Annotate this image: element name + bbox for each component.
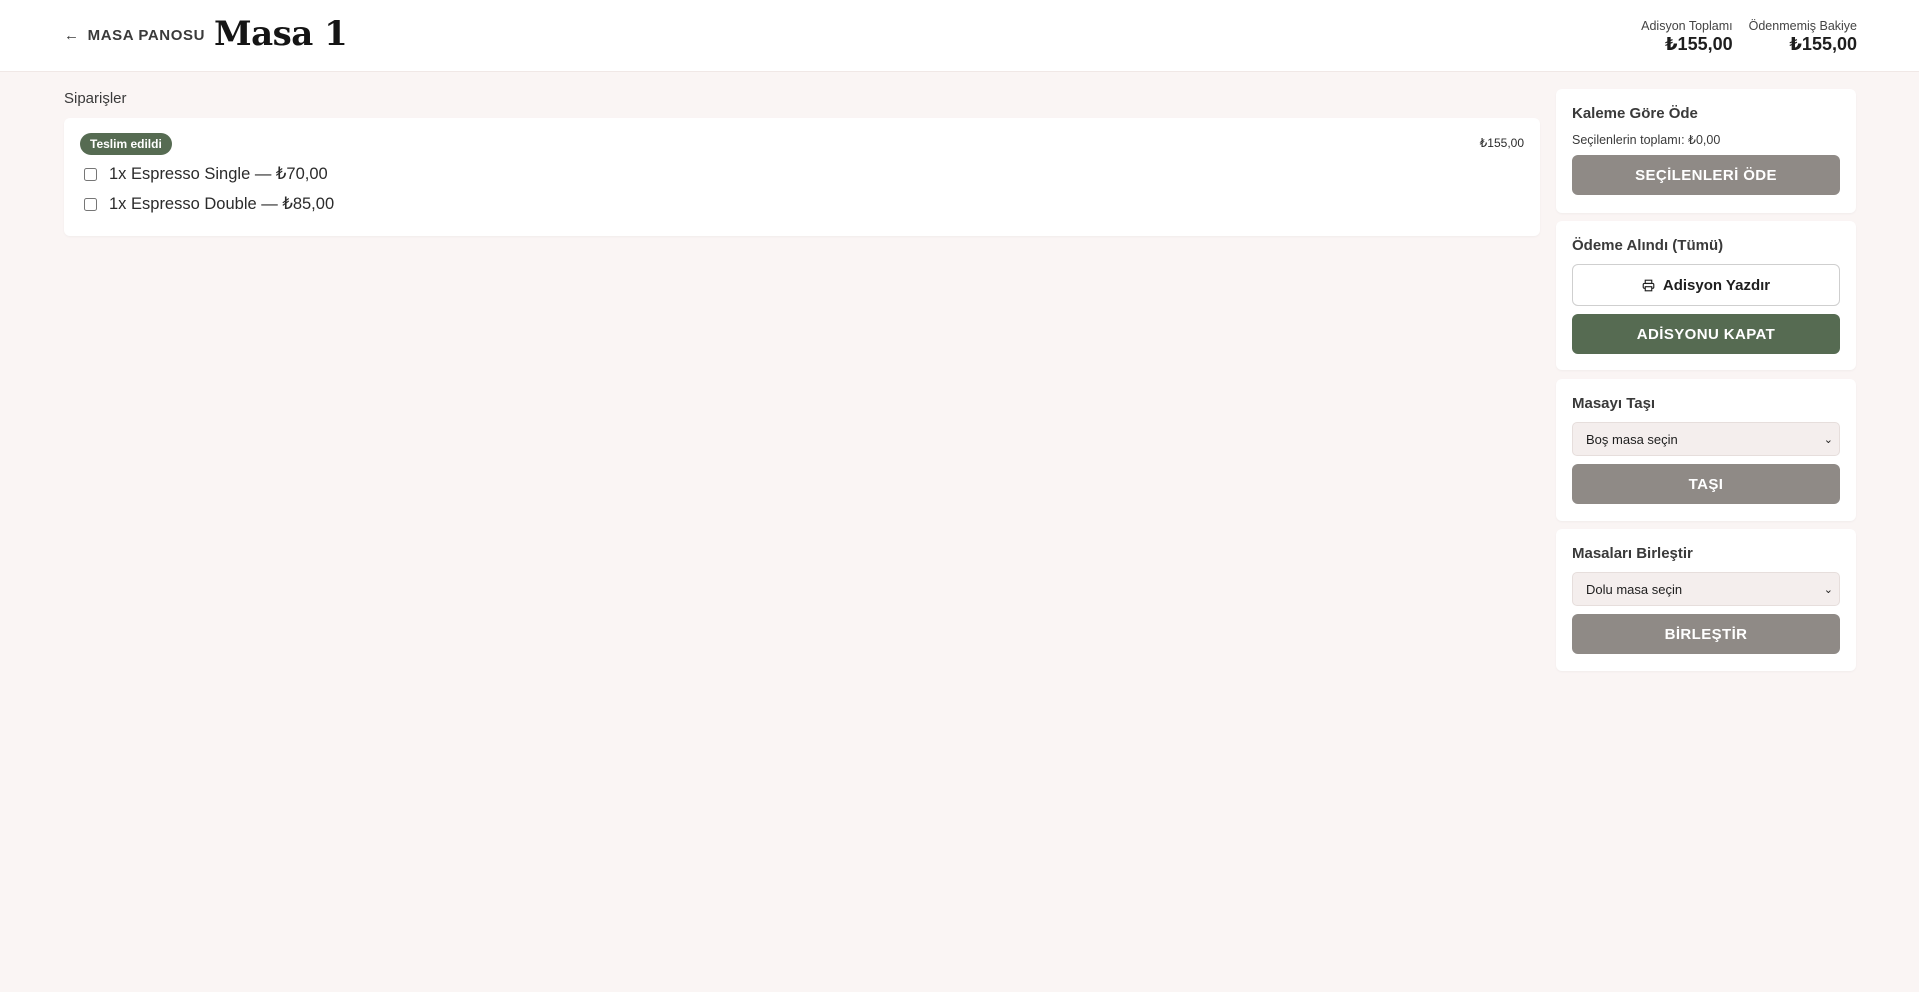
page-title: Masa 1: [214, 14, 348, 54]
bill-total: Adisyon Toplamı ₺155,00: [1641, 19, 1733, 55]
top-bar: ← MASA PANOSU Masa 1 Adisyon Toplamı ₺15…: [0, 0, 1919, 72]
unpaid-balance-label: Ödenmemiş Bakiye: [1748, 19, 1857, 33]
list-item[interactable]: 1x Espresso Double — ₺85,00: [84, 194, 334, 214]
order-total: ₺155,00: [1479, 136, 1524, 150]
print-bill-button[interactable]: Adisyon Yazdır: [1572, 264, 1840, 306]
move-table-title: Masayı Taşı: [1572, 395, 1656, 412]
back-to-dashboard-link[interactable]: ← MASA PANOSU: [64, 27, 205, 44]
occupied-table-select[interactable]: Dolu masa seçin ⌄: [1572, 572, 1840, 606]
occupied-table-select-value: Dolu masa seçin: [1586, 581, 1683, 597]
list-item[interactable]: 1x Espresso Single — ₺70,00: [84, 164, 328, 184]
bill-total-label: Adisyon Toplamı: [1641, 19, 1733, 33]
item-label: 1x Espresso Single — ₺70,00: [109, 165, 328, 183]
move-table-panel: Masayı Taşı Boş masa seçin ⌄ TAŞI: [1556, 379, 1856, 521]
unpaid-balance-value: ₺155,00: [1789, 34, 1857, 54]
item-checkbox[interactable]: [84, 197, 97, 211]
empty-table-select-value: Boş masa seçin: [1586, 431, 1678, 447]
orders-heading: Siparişler: [64, 90, 127, 107]
item-checkbox[interactable]: [84, 167, 97, 181]
payment-received-panel: Ödeme Alındı (Tümü) Adisyon Yazdır ADİSY…: [1556, 221, 1856, 370]
move-table-button[interactable]: TAŞI: [1572, 464, 1840, 504]
unpaid-balance: Ödenmemiş Bakiye ₺155,00: [1749, 19, 1857, 55]
bill-total-value: ₺155,00: [1665, 34, 1733, 54]
bill-summary: Adisyon Toplamı ₺155,00 Ödenmemiş Bakiye…: [1641, 19, 1857, 55]
selected-total: Seçilenlerin toplamı: ₺0,00: [1572, 133, 1721, 147]
pay-by-item-panel: Kaleme Göre Öde Seçilenlerin toplamı: ₺0…: [1556, 89, 1856, 213]
back-link-label: MASA PANOSU: [87, 27, 206, 44]
chevron-down-icon: ⌄: [1823, 583, 1833, 596]
empty-table-select[interactable]: Boş masa seçin ⌄: [1572, 422, 1840, 456]
item-label: 1x Espresso Double — ₺85,00: [109, 195, 335, 213]
merge-tables-panel: Masaları Birleştir Dolu masa seçin ⌄ BİR…: [1556, 529, 1856, 671]
merge-tables-button[interactable]: BİRLEŞTİR: [1572, 614, 1840, 654]
print-bill-label: Adisyon Yazdır: [1662, 276, 1771, 294]
order-card: Teslim edildi ₺155,00 1x Espresso Single…: [64, 118, 1540, 236]
pay-by-item-title: Kaleme Göre Öde: [1572, 105, 1698, 122]
pay-selected-button[interactable]: SEÇİLENLERİ ÖDE: [1572, 155, 1840, 195]
merge-tables-title: Masaları Birleştir: [1572, 545, 1693, 562]
chevron-down-icon: ⌄: [1823, 433, 1833, 446]
status-badge: Teslim edildi: [80, 133, 172, 155]
arrow-left-icon: ←: [64, 27, 80, 44]
payment-received-title: Ödeme Alındı (Tümü): [1572, 237, 1724, 254]
printer-icon: [1642, 279, 1655, 291]
close-bill-button[interactable]: ADİSYONU KAPAT: [1572, 314, 1840, 354]
